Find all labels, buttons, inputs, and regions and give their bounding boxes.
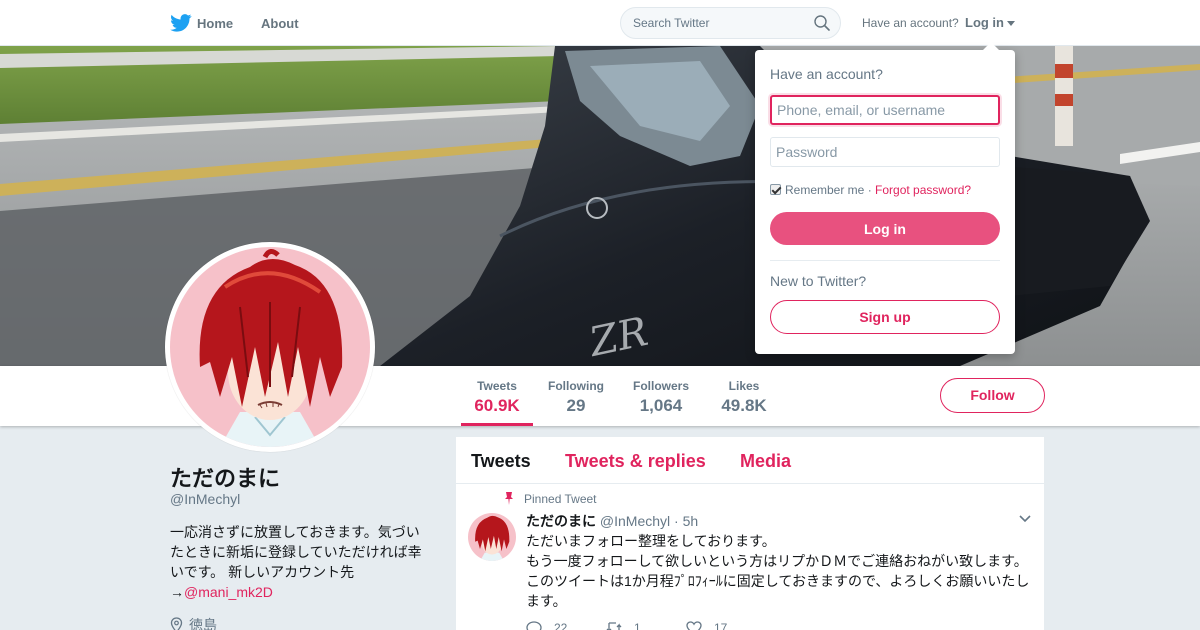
avatar-illustration xyxy=(170,247,370,447)
search-icon[interactable] xyxy=(814,15,830,31)
profile-avatar[interactable] xyxy=(165,242,375,452)
retweet-icon xyxy=(606,622,622,630)
stat-label: Tweets xyxy=(477,379,517,393)
location-text: 徳島 xyxy=(189,617,217,630)
timeline-tabs: Tweets Tweets & replies Media xyxy=(456,437,1044,484)
search-input[interactable]: Search Twitter xyxy=(633,16,709,30)
tweet-separator: · xyxy=(674,513,679,529)
new-to-twitter-text: New to Twitter? xyxy=(770,273,867,289)
remember-separator: · xyxy=(864,183,876,197)
pin-icon xyxy=(505,492,513,505)
stat-value: 29 xyxy=(566,396,586,415)
pinned-tweet-label: Pinned Tweet xyxy=(504,492,597,506)
login-panel-title: Have an account? xyxy=(770,66,883,82)
like-icon xyxy=(686,621,702,630)
stat-label: Followers xyxy=(632,379,689,393)
like-action[interactable]: 17 xyxy=(686,621,727,630)
tweet-line: このツイートは1か月程ﾌﾟﾛﾌｨｰﾙに固定しておきますので、よろしくお願いいたし… xyxy=(526,573,1030,609)
reply-action[interactable]: 22 xyxy=(526,621,567,630)
pinned-label-text: Pinned Tweet xyxy=(524,492,597,506)
tab-tweets-and-replies[interactable]: Tweets & replies xyxy=(565,451,706,472)
twitter-bird-icon[interactable] xyxy=(170,14,192,32)
reply-icon xyxy=(526,621,542,630)
nav-home-link[interactable]: Home xyxy=(197,16,233,31)
retweet-count: 1 xyxy=(634,621,641,630)
tweet-header: ただのまに @InMechyl · 5h xyxy=(526,511,698,531)
reply-count: 22 xyxy=(554,621,568,630)
tweet-line: もう一度フォローして欲しいという方はリプかＤＭでご連絡おねがい致します。 xyxy=(526,553,1028,569)
tweet-author-name[interactable]: ただのまに xyxy=(526,513,596,529)
tweet-avatar-illustration xyxy=(468,513,516,561)
follow-button[interactable]: Follow xyxy=(940,378,1045,413)
location-pin-icon xyxy=(170,617,183,630)
password-field[interactable] xyxy=(770,137,1000,167)
stat-label: Following xyxy=(548,379,604,393)
nav-about-link[interactable]: About xyxy=(261,16,299,31)
bio-mention-link[interactable]: @mani_mk2D xyxy=(184,584,273,600)
tweet-timestamp[interactable]: 5h xyxy=(683,513,699,529)
top-navigation-bar: Home About Search Twitter Have an accoun… xyxy=(0,0,1200,46)
profile-location: 徳島 xyxy=(170,615,217,630)
retweet-action[interactable]: 1 xyxy=(606,621,641,630)
search-box[interactable]: Search Twitter xyxy=(620,7,841,39)
have-account-text: Have an account? xyxy=(862,16,959,30)
tab-tweets[interactable]: Tweets xyxy=(471,451,531,472)
login-dropdown-toggle[interactable]: Log in xyxy=(965,15,1004,30)
login-button[interactable]: Log in xyxy=(770,212,1000,245)
stat-tweets[interactable]: Tweets 60.9K xyxy=(461,366,533,426)
stat-value: 1,064 xyxy=(639,396,683,415)
profile-name[interactable]: ただのまに xyxy=(170,461,280,493)
login-dropdown: Have an account? Remember me · Forgot pa… xyxy=(755,42,1015,354)
tweet-line: ただいまフォロー整理をしております。 xyxy=(526,533,776,549)
stat-value: 49.8K xyxy=(721,396,767,415)
tweet-author-handle[interactable]: @InMechyl xyxy=(600,513,670,529)
profile-handle[interactable]: @InMechyl xyxy=(170,491,240,507)
stat-likes[interactable]: Likes 49.8K xyxy=(712,366,776,426)
username-field[interactable] xyxy=(770,95,1000,125)
tab-media[interactable]: Media xyxy=(740,451,791,472)
caret-down-icon[interactable] xyxy=(1007,21,1015,26)
like-count: 17 xyxy=(714,621,728,630)
bio-arrow: → xyxy=(170,584,184,600)
stat-following[interactable]: Following 29 xyxy=(540,366,612,426)
remember-me-label[interactable]: Remember me xyxy=(785,183,864,197)
remember-me-row: Remember me · Forgot password? xyxy=(770,183,971,197)
forgot-password-link[interactable]: Forgot password? xyxy=(875,183,971,197)
stat-value: 60.9K xyxy=(474,396,520,415)
tweet-avatar[interactable] xyxy=(468,513,516,561)
timeline: Tweets Tweets & replies Media Pinned Twe… xyxy=(456,437,1044,630)
stat-label: Likes xyxy=(728,379,760,393)
remember-me-checkbox[interactable] xyxy=(770,184,781,195)
dropdown-arrow xyxy=(983,42,999,50)
stat-followers[interactable]: Followers 1,064 xyxy=(627,366,695,426)
chevron-down-icon[interactable] xyxy=(1018,514,1032,524)
signup-button[interactable]: Sign up xyxy=(770,300,1000,334)
divider xyxy=(770,260,1000,261)
profile-bio: 一応消さずに放置しておきます。気づいたときに新垢に登録していただければ幸いです。… xyxy=(170,522,430,602)
bio-text: 一応消さずに放置しておきます。気づいたときに新垢に登録していただければ幸いです。… xyxy=(170,524,422,580)
tweet-text: ただいまフォロー整理をしております。 もう一度フォローして欲しいという方はリプか… xyxy=(526,531,1036,611)
